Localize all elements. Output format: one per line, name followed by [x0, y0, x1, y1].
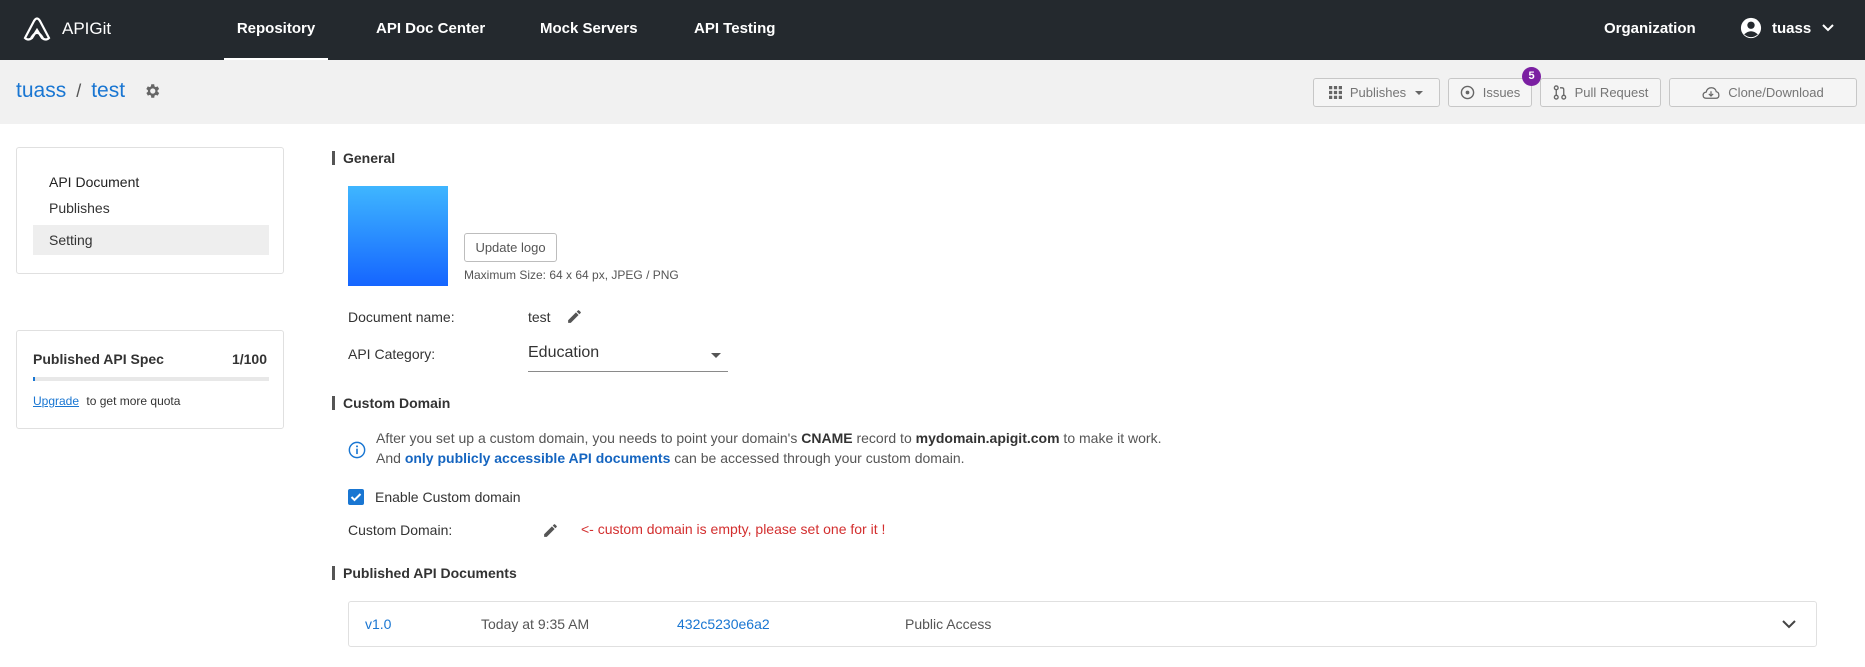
repo-owner-link[interactable]: tuass: [16, 79, 66, 103]
published-access: Public Access: [905, 616, 992, 632]
info-text: can be accessed through your custom doma…: [670, 450, 965, 466]
section-general-title: General: [332, 151, 395, 165]
pull-request-icon: [1553, 85, 1566, 100]
enable-custom-domain-label: Enable Custom domain: [375, 489, 521, 505]
breadcrumb: tuass / test: [16, 79, 161, 103]
edit-pencil-icon[interactable]: [566, 308, 583, 325]
custom-domain-label: Custom Domain:: [348, 522, 453, 538]
cloud-download-icon: [1702, 86, 1720, 99]
edit-pencil-icon[interactable]: [542, 522, 559, 539]
nav-api-doc-center[interactable]: API Doc Center: [376, 0, 485, 60]
quota-count: 1/100: [231, 351, 267, 367]
document-name-value: test: [528, 309, 551, 325]
info-text: After you set up a custom domain, you ne…: [376, 430, 802, 446]
upgrade-link[interactable]: Upgrade: [33, 394, 79, 408]
user-menu[interactable]: tuass: [1740, 17, 1835, 39]
sidebar-item-setting[interactable]: Setting: [33, 225, 269, 255]
quota-progress-bar: [33, 377, 269, 381]
info-line-1: After you set up a custom domain, you ne…: [376, 428, 1161, 448]
issue-circle-icon: [1460, 85, 1474, 100]
expand-chevron-icon[interactable]: [1782, 619, 1796, 629]
username: tuass: [1772, 19, 1812, 37]
apigit-logo-icon: [23, 17, 51, 41]
api-category-value: Education: [528, 344, 600, 361]
document-logo: [348, 186, 448, 286]
brand-name: APIGit: [62, 19, 112, 38]
custom-domain-info: After you set up a custom domain, you ne…: [376, 428, 1161, 468]
chevron-down-icon: [1822, 24, 1834, 32]
breadcrumb-separator: /: [76, 80, 82, 101]
account-circle-icon: [1740, 17, 1762, 39]
pull-request-button[interactable]: Pull Request: [1540, 78, 1661, 107]
section-published-title: Published API Documents: [332, 566, 517, 580]
nav-repository[interactable]: Repository: [224, 0, 328, 60]
publishes-button[interactable]: Publishes: [1313, 78, 1440, 107]
issues-button-label: Issues: [1482, 85, 1521, 100]
quota-title: Published API Spec: [33, 351, 164, 367]
nav-api-testing[interactable]: API Testing: [694, 0, 775, 60]
upgrade-text: to get more quota: [86, 394, 181, 408]
sidebar-heading: API Document: [49, 174, 140, 190]
published-doc-row[interactable]: v1.0 Today at 9:35 AM 432c5230e6a2 Publi…: [348, 601, 1817, 647]
clone-download-button-label: Clone/Download: [1728, 85, 1824, 100]
nav-mock-servers[interactable]: Mock Servers: [540, 0, 638, 60]
caret-down-icon: [711, 353, 721, 358]
custom-domain-empty-warning: <- custom domain is empty, please set on…: [581, 521, 886, 537]
published-time: Today at 9:35 AM: [481, 616, 590, 632]
publishes-button-label: Publishes: [1349, 85, 1407, 100]
nav-organization[interactable]: Organization: [1604, 0, 1696, 58]
api-category-label: API Category:: [348, 346, 436, 362]
info-text: to make it work.: [1059, 430, 1162, 446]
quota-card: Published API Spec 1/100 Upgrade to get …: [16, 330, 284, 429]
document-name-label: Document name:: [348, 309, 455, 325]
info-icon: [348, 441, 366, 459]
caret-down-icon: [1415, 90, 1424, 95]
sidebar-menu: API Document Publishes Setting: [16, 147, 284, 274]
issues-button[interactable]: Issues: [1448, 78, 1532, 107]
section-custom-domain-title: Custom Domain: [332, 396, 450, 410]
info-cname: CNAME: [801, 430, 853, 446]
gear-icon[interactable]: [143, 82, 161, 100]
info-text: And: [376, 450, 405, 466]
repo-name-link[interactable]: test: [91, 79, 125, 103]
sidebar-item-publishes[interactable]: Publishes: [33, 193, 269, 223]
info-line-2: And only publicly accessible API documen…: [376, 448, 1161, 468]
issues-count-badge: 5: [1522, 67, 1541, 86]
info-target-domain: mydomain.apigit.com: [915, 430, 1060, 446]
logo-size-hint: Maximum Size: 64 x 64 px, JPEG / PNG: [464, 268, 679, 282]
top-nav-bar: APIGit Repository API Doc Center Mock Se…: [0, 0, 1865, 60]
pull-request-button-label: Pull Request: [1574, 85, 1649, 100]
update-logo-button[interactable]: Update logo: [464, 233, 557, 262]
brand-logo[interactable]: APIGit: [22, 16, 111, 42]
public-docs-link[interactable]: only publicly accessible API documents: [405, 450, 671, 466]
info-text: record to: [852, 430, 916, 446]
published-commit[interactable]: 432c5230e6a2: [677, 616, 770, 632]
api-category-select[interactable]: Education: [528, 344, 728, 372]
quota-progress-fill: [33, 377, 36, 381]
clone-download-button[interactable]: Clone/Download: [1669, 78, 1857, 107]
quota-upgrade-line: Upgrade to get more quota: [33, 394, 180, 408]
published-version[interactable]: v1.0: [365, 616, 391, 632]
grid-icon: [1328, 86, 1342, 99]
enable-custom-domain-checkbox[interactable]: [348, 489, 364, 505]
